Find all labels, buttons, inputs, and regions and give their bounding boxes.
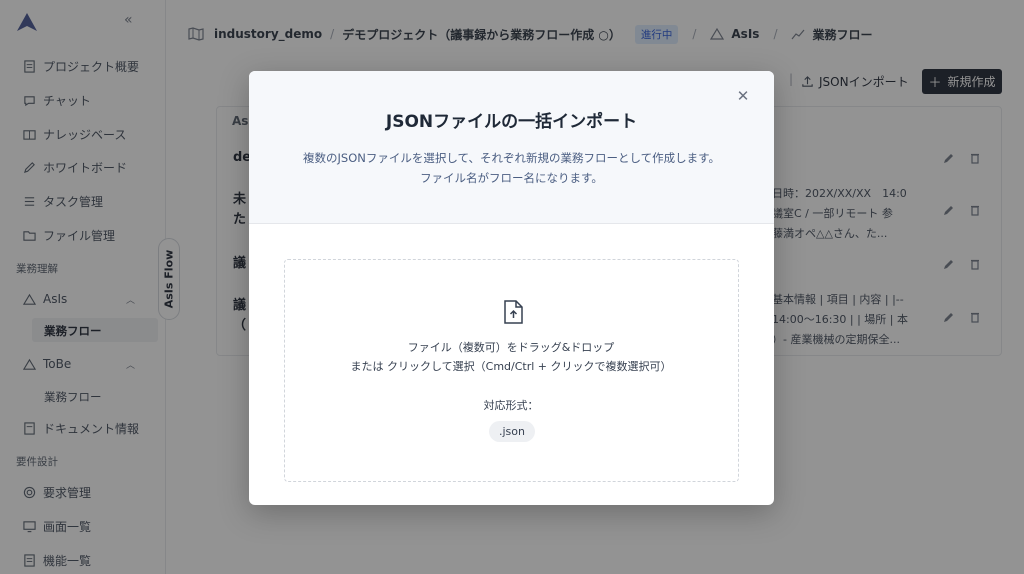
close-icon[interactable]: ✕ [736, 89, 750, 104]
modal-description: 複数のJSONファイルを選択して、それぞれ新規の業務フローとして作成します。 フ… [249, 148, 774, 188]
dropzone-instruction: ファイル（複数可）をドラッグ&ドロップ [407, 341, 615, 354]
modal-header: JSONファイルの一括インポート 複数のJSONファイルを選択して、それぞれ新規… [249, 71, 774, 224]
json-import-modal: JSONファイルの一括インポート 複数のJSONファイルを選択して、それぞれ新規… [249, 71, 774, 505]
supported-formats-label: 対応形式： [483, 399, 539, 412]
modal-title: JSONファイルの一括インポート [385, 112, 638, 132]
format-chip-json: .json [489, 421, 535, 442]
modal-description-line1: 複数のJSONファイルを選択して、それぞれ新規の業務フローとして作成します。 [303, 151, 720, 165]
file-upload-icon [504, 300, 523, 324]
modal-description-line2: ファイル名がフロー名になります。 [420, 171, 603, 185]
file-dropzone[interactable]: ファイル（複数可）をドラッグ&ドロップ または クリックして選択（Cmd/Ctr… [284, 259, 739, 482]
dropzone-subinstruction: または クリックして選択（Cmd/Ctrl + クリックで複数選択可） [350, 360, 672, 373]
